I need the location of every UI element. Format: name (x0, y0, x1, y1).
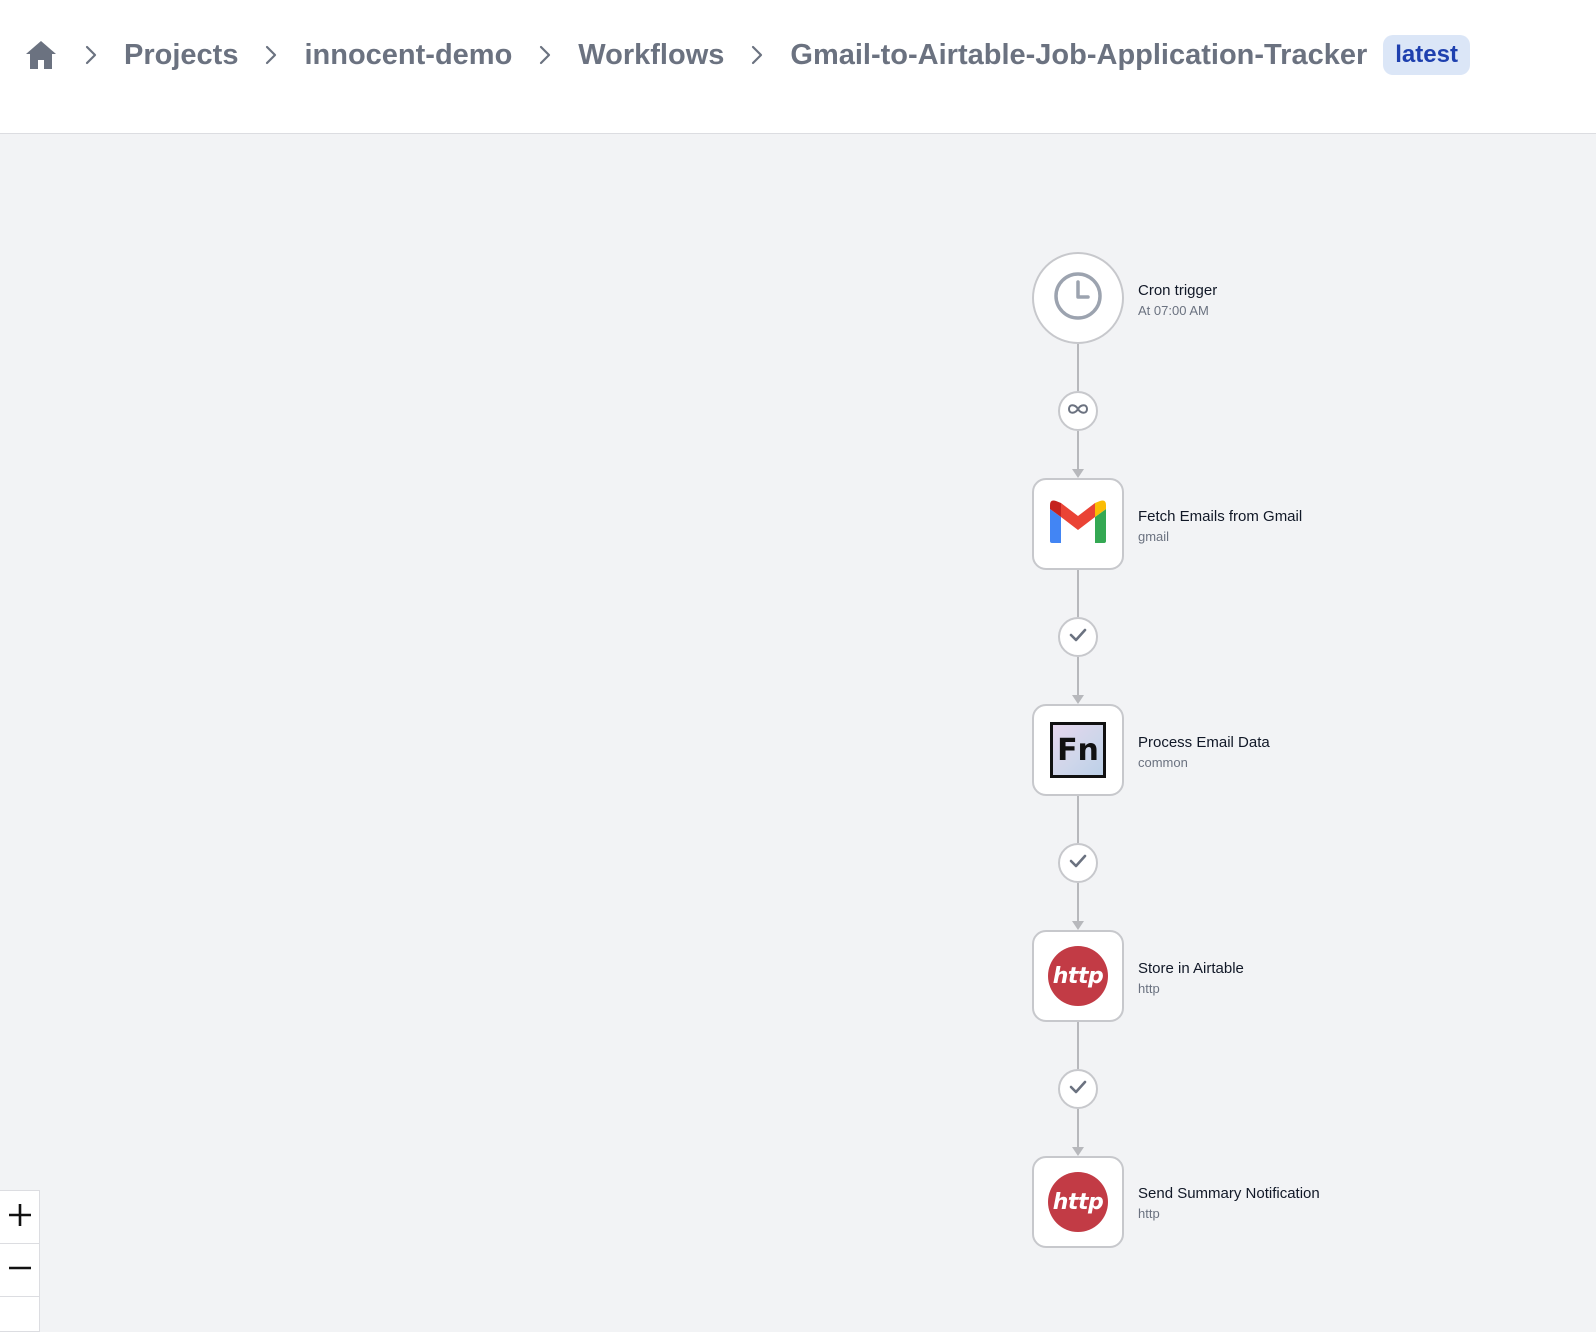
zoom-controls (0, 1190, 40, 1332)
plus-icon (7, 1202, 33, 1233)
zoom-out-button[interactable] (0, 1244, 39, 1297)
node-label: Store in Airtable http (1138, 960, 1244, 996)
minus-icon (7, 1255, 33, 1286)
infinity-icon (1067, 402, 1089, 421)
node-label: Send Summary Notification http (1138, 1185, 1320, 1221)
node-title: Send Summary Notification (1138, 1185, 1320, 1202)
zoom-in-button[interactable] (0, 1191, 39, 1244)
check-icon (1069, 1080, 1087, 1099)
home-icon[interactable] (24, 38, 58, 72)
node-title: Store in Airtable (1138, 960, 1244, 977)
check-icon (1069, 854, 1087, 873)
chevron-right-icon (84, 45, 98, 65)
connector-infinity[interactable] (1058, 391, 1098, 431)
node-subtitle: gmail (1138, 529, 1170, 544)
node-store-in-airtable[interactable]: http (1032, 930, 1124, 1022)
node-label: Fetch Emails from Gmail gmail (1138, 508, 1302, 544)
connector-success[interactable] (1058, 1069, 1098, 1109)
fn-icon: Fn (1050, 722, 1106, 778)
node-subtitle: http (1138, 981, 1160, 996)
chevron-right-icon (538, 45, 552, 65)
node-title: Cron trigger (1138, 282, 1218, 299)
node-subtitle: common (1138, 755, 1188, 770)
node-subtitle: At 07:00 AM (1138, 303, 1209, 318)
chevron-right-icon (264, 45, 278, 65)
breadcrumb-project-name[interactable]: innocent-demo (304, 39, 512, 72)
node-subtitle: http (1138, 1206, 1160, 1221)
http-icon: http (1048, 1172, 1108, 1232)
clock-icon (1052, 270, 1104, 327)
top-bar: Projects innocent-demo Workflows Gmail-t… (0, 0, 1596, 134)
connector-success[interactable] (1058, 617, 1098, 657)
breadcrumb: Projects innocent-demo Workflows Gmail-t… (24, 30, 1470, 80)
workflow-canvas[interactable] (0, 135, 1596, 1332)
chevron-right-icon (750, 45, 764, 65)
node-process-email-data[interactable]: Fn (1032, 704, 1124, 796)
node-cron-trigger[interactable] (1032, 252, 1124, 344)
node-send-summary-notification[interactable]: http (1032, 1156, 1124, 1248)
http-icon: http (1048, 946, 1108, 1006)
breadcrumb-workflow-name[interactable]: Gmail-to-Airtable-Job-Application-Tracke… (790, 39, 1367, 72)
check-icon (1069, 628, 1087, 647)
connector-success[interactable] (1058, 843, 1098, 883)
breadcrumb-workflows[interactable]: Workflows (578, 39, 724, 72)
node-title: Process Email Data (1138, 734, 1270, 751)
node-title: Fetch Emails from Gmail (1138, 508, 1303, 525)
node-label: Process Email Data common (1138, 734, 1270, 770)
node-fetch-emails-gmail[interactable] (1032, 478, 1124, 570)
node-label: Cron trigger At 07:00 AM (1138, 282, 1217, 318)
version-badge: latest (1383, 35, 1470, 75)
breadcrumb-projects[interactable]: Projects (124, 39, 238, 72)
gmail-icon (1048, 499, 1108, 550)
